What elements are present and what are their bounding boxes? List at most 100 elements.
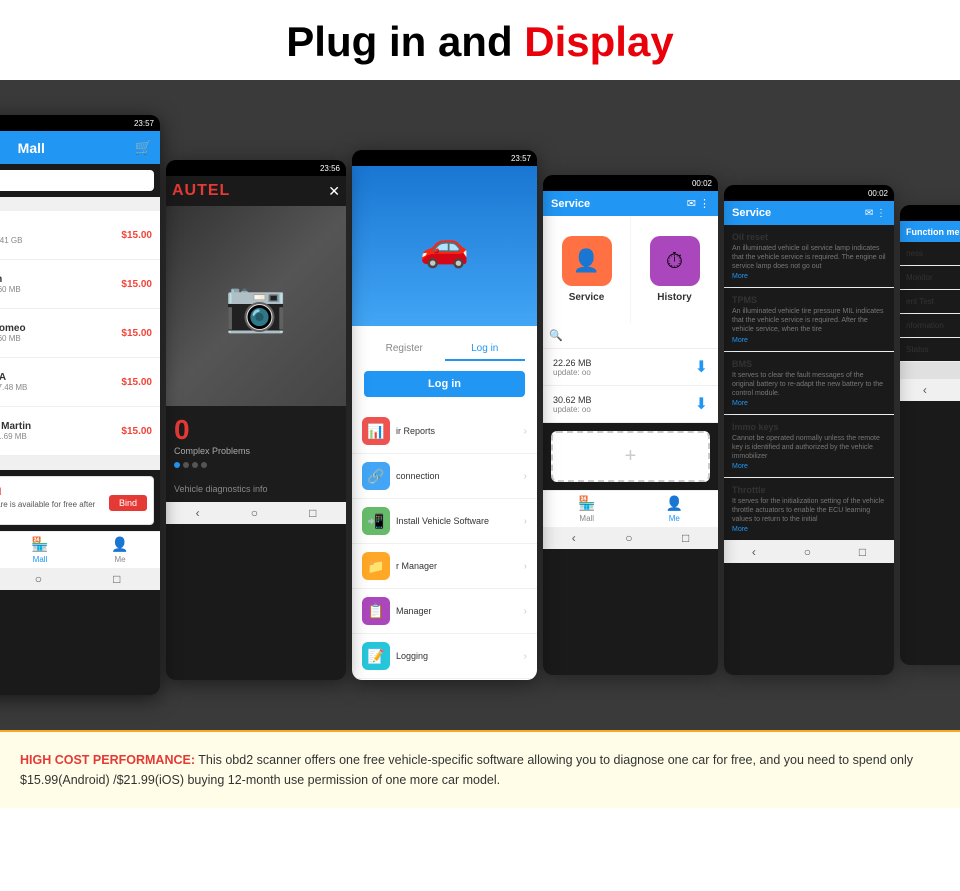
download-icon-1[interactable]: ⬇ — [695, 357, 708, 377]
rmanager-label: r Manager — [396, 561, 437, 571]
tab-login[interactable]: Log in — [445, 338, 526, 361]
grid-mall-label: Mall — [579, 514, 594, 523]
mall-item-alfa[interactable]: ALFA ROMEO Alfa Romeo V1.00 160 MB $15.0… — [0, 309, 160, 358]
scanner-info: Vehicle diagnostics info — [166, 476, 346, 502]
bind-button[interactable]: Bind — [109, 495, 147, 511]
function-item-1[interactable]: ness ℹ — [900, 242, 960, 266]
acura-info: ACURA V1.00 87.48 MB — [0, 372, 115, 392]
oil-reset-desc: An illuminated vehicle oil service lamp … — [732, 244, 886, 271]
service-immo[interactable]: Immo keys Cannot be operated normally un… — [724, 415, 894, 478]
mall-item-aston[interactable]: ASTON MARTIN Aston Martin V1.00 11.69 MB… — [0, 407, 160, 456]
mall-item-audi[interactable]: AUDI AUDI V1.00 1.41 GB $15.00 — [0, 211, 160, 260]
throttle-desc: It serves for the initialization setting… — [732, 497, 886, 524]
nav-me-label: Me — [114, 555, 125, 564]
menu-connection-row: 🔗 connection — [362, 462, 440, 490]
menu-settings[interactable]: ⚙️ ngs › — [352, 679, 537, 680]
service-home[interactable]: ○ — [804, 545, 811, 559]
function-label-5: Status — [906, 345, 929, 354]
reports-icon: 📊 — [362, 417, 390, 445]
service-header-title: Service — [732, 207, 771, 219]
history-grid-item[interactable]: ⏱ History — [631, 216, 718, 323]
abarth-info: Abarth V1.00 160 MB — [0, 274, 115, 294]
function-item-5[interactable]: Status ℹ — [900, 338, 960, 362]
menu-manager[interactable]: 📋 Manager › — [352, 589, 537, 634]
menu-rmanager[interactable]: 📁 r Manager › — [352, 544, 537, 589]
tpms-more[interactable]: More — [732, 337, 886, 344]
scanner-square[interactable]: □ — [309, 506, 316, 520]
mall-item-acura[interactable]: ACURA ACURA V1.00 87.48 MB $15.00 — [0, 358, 160, 407]
function-back-bar: ‹ ○ □ — [900, 379, 960, 401]
scanner-close[interactable]: ✕ — [328, 183, 340, 200]
service-throttle[interactable]: Throttle It serves for the initializatio… — [724, 478, 894, 541]
menu-logging[interactable]: 📝 Logging › — [352, 634, 537, 679]
status-bar-2: 23:56 — [166, 160, 346, 176]
menu-search-icon: 🔍 — [549, 329, 563, 342]
service-back[interactable]: ‹ — [752, 545, 756, 559]
function-header-title: Function menu — [906, 227, 960, 237]
status-time-4: 00:02 — [692, 179, 712, 188]
square-btn[interactable]: □ — [113, 572, 120, 586]
throttle-more[interactable]: More — [732, 526, 886, 533]
cart-icon[interactable]: 🛒 — [135, 139, 152, 156]
back-nav-bar: ‹ ○ □ — [0, 568, 160, 590]
menu-connection[interactable]: 🔗 connection › — [352, 454, 537, 499]
home-circle[interactable]: ○ — [35, 572, 42, 586]
logging-icon: 📝 — [362, 642, 390, 670]
function-item-3[interactable]: ent Test ℹ — [900, 290, 960, 314]
menu-grid-header: Service ✉ ⋮ — [543, 191, 718, 216]
menu-install-row: 📲 Install Vehicle Software — [362, 507, 489, 535]
function-item-2[interactable]: Monitor ℹ — [900, 266, 960, 290]
dot-3 — [192, 462, 198, 468]
phone-mall: 23:57 Mall 🛒 🔍 Search A AUDI AUDI V1.00 … — [0, 115, 160, 695]
scanner-back[interactable]: ‹ — [196, 506, 200, 520]
grid-home[interactable]: ○ — [625, 531, 632, 545]
service-bms[interactable]: BMS It serves to clear the fault message… — [724, 352, 894, 415]
acura-price: $15.00 — [121, 377, 152, 388]
title-normal: Plug in and — [286, 18, 524, 65]
banner-text: HIGH COST PERFORMANCE: This obd2 scanner… — [20, 750, 940, 790]
chevron-rmanager: › — [524, 561, 527, 572]
scanner-placeholder: Vehicle diagnostics info — [174, 484, 338, 494]
mall-bottom-nav: 🏠 Home 🏪 Mall 👤 Me — [0, 531, 160, 568]
service-square[interactable]: □ — [859, 545, 866, 559]
dl-sub-1: update: oo — [553, 368, 592, 377]
phones-showcase: 23:57 Mall 🛒 🔍 Search A AUDI AUDI V1.00 … — [0, 80, 960, 730]
download-icon-2[interactable]: ⬇ — [695, 394, 708, 414]
add-button[interactable]: + — [551, 431, 710, 482]
status-bar-1: 23:57 — [0, 115, 160, 131]
grid-mall-icon: 🏪 — [578, 495, 595, 512]
alfa-price: $15.00 — [121, 328, 152, 339]
scanner-home[interactable]: ○ — [251, 506, 258, 520]
title-highlight: Display — [524, 18, 673, 65]
audi-version: V1.00 1.41 GB — [0, 236, 115, 245]
bms-more[interactable]: More — [732, 400, 886, 407]
nav-mall[interactable]: 🏪 Mall — [0, 536, 80, 564]
chevron-install: › — [524, 516, 527, 527]
grid-nav-mall[interactable]: 🏪 Mall — [543, 495, 631, 523]
alfa-info: Alfa Romeo V1.00 160 MB — [0, 323, 115, 343]
menu-install[interactable]: 📲 Install Vehicle Software › — [352, 499, 537, 544]
mall-item-abarth[interactable]: ABARTH Abarth V1.00 160 MB $15.00 — [0, 260, 160, 309]
function-back[interactable]: ‹ — [923, 383, 927, 397]
manager-icon: 📋 — [362, 597, 390, 625]
tab-register[interactable]: Register — [364, 338, 445, 361]
function-label-4: nformation — [906, 321, 944, 330]
mall-search-bar[interactable]: 🔍 Search — [0, 170, 154, 191]
grid-square[interactable]: □ — [682, 531, 689, 545]
menu-search[interactable]: 🔍 — [543, 323, 718, 349]
download-items: 22.26 MB update: oo ⬇ 30.62 MB update: o… — [543, 349, 718, 423]
dot-1 — [174, 462, 180, 468]
nav-me[interactable]: 👤 Me — [80, 536, 160, 564]
service-tpms[interactable]: TPMS An illuminated vehicle tire pressur… — [724, 288, 894, 351]
function-item-4[interactable]: nformation ℹ — [900, 314, 960, 338]
car-image: 🚗 — [420, 223, 470, 270]
grid-back[interactable]: ‹ — [572, 531, 576, 545]
login-button[interactable]: Log in — [364, 371, 525, 397]
oil-reset-more[interactable]: More — [732, 273, 886, 280]
grid-nav-me[interactable]: 👤 Me — [631, 495, 719, 523]
menu-reports[interactable]: 📊 ir Reports › — [352, 409, 537, 454]
immo-more[interactable]: More — [732, 463, 886, 470]
service-grid-item[interactable]: 👤 Service — [543, 216, 630, 323]
service-oilreset[interactable]: Oil reset An illuminated vehicle oil ser… — [724, 225, 894, 288]
scanner-image: 📷 — [166, 206, 346, 406]
